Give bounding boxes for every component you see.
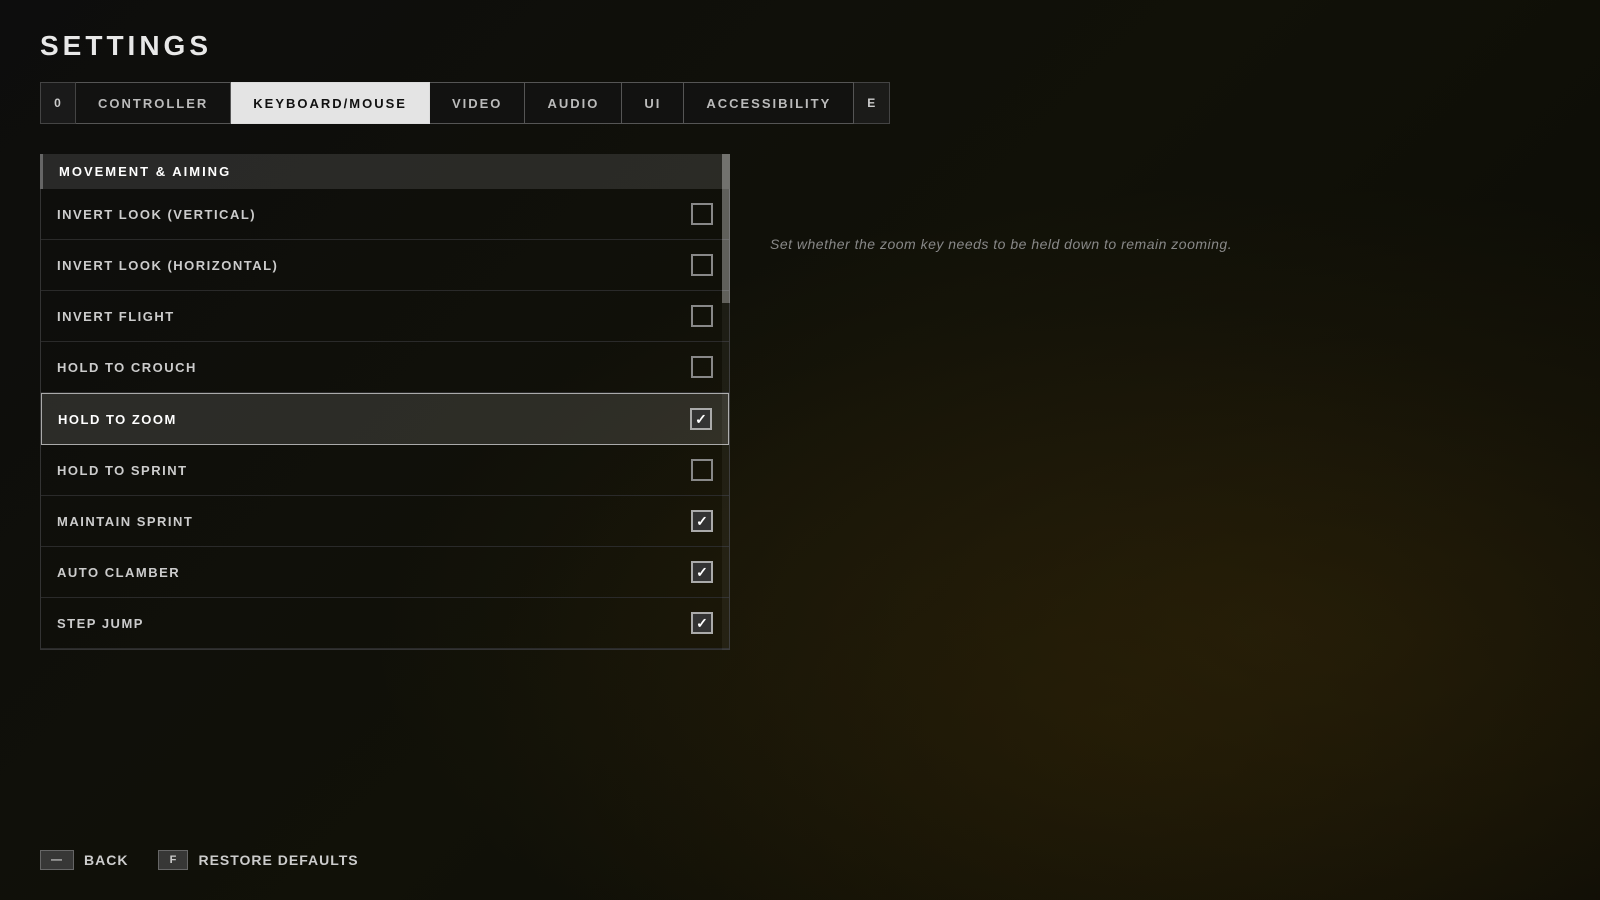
checkbox-invert-look-horizontal[interactable] (691, 254, 713, 276)
back-button[interactable]: — Back (40, 850, 128, 870)
scrollbar[interactable] (722, 154, 730, 650)
tab-controller[interactable]: CONTROLLER (76, 82, 231, 124)
checkbox-auto-clamber[interactable] (691, 561, 713, 583)
checkbox-maintain-sprint[interactable] (691, 510, 713, 532)
description-panel: Set whether the zoom key needs to be hel… (770, 154, 1232, 650)
checkbox-hold-to-sprint[interactable] (691, 459, 713, 481)
settings-panel: MOVEMENT & AIMING INVERT LOOK (VERTICAL)… (40, 154, 730, 650)
setting-step-jump[interactable]: STEP JUMP (41, 598, 729, 649)
back-label: Back (84, 852, 128, 868)
restore-defaults-button[interactable]: F Restore Defaults (158, 850, 358, 870)
setting-auto-clamber[interactable]: AUTO CLAMBER (41, 547, 729, 598)
restore-key-icon: F (158, 850, 188, 870)
checkbox-hold-to-zoom[interactable] (690, 408, 712, 430)
setting-invert-flight[interactable]: INVERT FLIGHT (41, 291, 729, 342)
setting-invert-look-vertical[interactable]: INVERT LOOK (VERTICAL) (41, 189, 729, 240)
settings-list: INVERT LOOK (VERTICAL) INVERT LOOK (HORI… (40, 189, 730, 650)
setting-invert-look-horizontal[interactable]: INVERT LOOK (HORIZONTAL) (41, 240, 729, 291)
checkbox-step-jump[interactable] (691, 612, 713, 634)
section-header: MOVEMENT & AIMING (40, 154, 730, 189)
tab-ui[interactable]: UI (622, 82, 684, 124)
tab-accessibility[interactable]: ACCESSIBILITY (684, 82, 854, 124)
back-key-icon: — (40, 850, 74, 870)
tab-right-icon[interactable]: E (854, 82, 890, 124)
checkbox-hold-to-crouch[interactable] (691, 356, 713, 378)
page-title: SETTINGS (40, 30, 1560, 62)
description-text: Set whether the zoom key needs to be hel… (770, 234, 1232, 255)
restore-label: Restore Defaults (198, 852, 358, 868)
setting-hold-to-zoom[interactable]: HOLD TO ZOOM (41, 393, 729, 445)
tab-audio[interactable]: AUDIO (525, 82, 622, 124)
scrollbar-thumb[interactable] (722, 154, 730, 303)
tab-video[interactable]: VIDEO (430, 82, 525, 124)
tabs-bar: 0 CONTROLLER KEYBOARD/MOUSE VIDEO AUDIO … (40, 82, 1560, 124)
footer: — Back F Restore Defaults (40, 850, 359, 870)
tab-keyboard-mouse[interactable]: KEYBOARD/MOUSE (231, 82, 430, 124)
setting-hold-to-crouch[interactable]: HOLD TO CROUCH (41, 342, 729, 393)
checkbox-invert-flight[interactable] (691, 305, 713, 327)
setting-maintain-sprint[interactable]: MAINTAIN SPRINT (41, 496, 729, 547)
setting-hold-to-sprint[interactable]: HOLD TO SPRINT (41, 445, 729, 496)
tab-left-icon[interactable]: 0 (40, 82, 76, 124)
checkbox-invert-look-vertical[interactable] (691, 203, 713, 225)
